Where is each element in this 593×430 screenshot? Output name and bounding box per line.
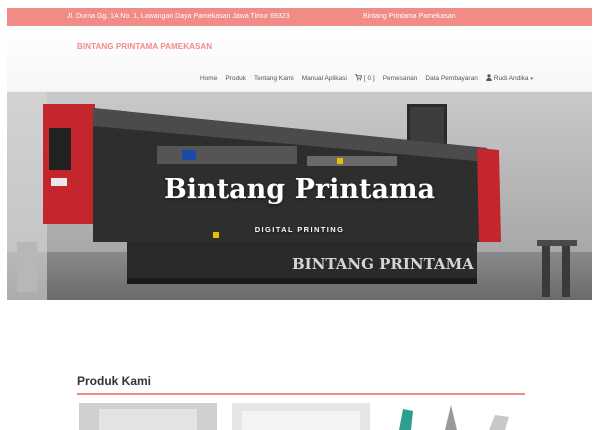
machine-brand-lettering: BINTANG PRINTAMA <box>292 255 474 273</box>
product-card[interactable] <box>79 403 217 430</box>
product-image <box>232 403 370 430</box>
nav-home[interactable]: Home <box>200 75 217 82</box>
nav-user-menu[interactable]: Rudi Andika ▾ <box>486 74 533 83</box>
nav-pemesanan[interactable]: Pemesanan <box>383 75 418 82</box>
site-header: BINTANG PRINTAMA PAMEKASAN Home Produk T… <box>7 26 592 92</box>
hero-banner: BINTANG PRINTAMA Bintang Printama DIGITA… <box>7 92 592 300</box>
nav-manual-aplikasi[interactable]: Manual Aplikasi <box>302 75 347 82</box>
user-name: Rudi Andika <box>493 75 529 82</box>
user-icon <box>486 74 492 83</box>
cart-icon <box>354 74 363 83</box>
product-image <box>79 403 217 430</box>
store-address: Jl. Durna Gg. 1A No. 1, Lawangan Daya Pa… <box>67 13 290 20</box>
main-nav: Home Produk Tentang Kami Manual Aplikasi… <box>200 74 533 83</box>
nav-cart[interactable]: [ 0 ] <box>354 74 375 83</box>
chevron-down-icon: ▾ <box>530 75 534 82</box>
hero-title: Bintang Printama <box>163 174 436 205</box>
nav-data-pembayaran[interactable]: Data Pembayaran <box>425 75 477 82</box>
product-card[interactable] <box>385 403 523 430</box>
nav-tentang-kami[interactable]: Tentang Kami <box>254 75 294 82</box>
hero-subtitle: DIGITAL PRINTING <box>254 225 345 234</box>
product-image <box>385 403 523 430</box>
nav-produk[interactable]: Produk <box>225 75 246 82</box>
page: Jl. Durna Gg. 1A No. 1, Lawangan Daya Pa… <box>7 8 592 430</box>
top-info-bar: Jl. Durna Gg. 1A No. 1, Lawangan Daya Pa… <box>7 8 592 26</box>
products-title-rule <box>77 393 525 395</box>
products-title: Produk Kami <box>77 374 152 388</box>
cart-count: [ 0 ] <box>363 75 375 82</box>
product-card[interactable] <box>232 403 370 430</box>
store-name: Bintang Printama Pamekasan <box>363 13 456 20</box>
site-logo[interactable]: BINTANG PRINTAMA PAMEKASAN <box>77 42 212 51</box>
